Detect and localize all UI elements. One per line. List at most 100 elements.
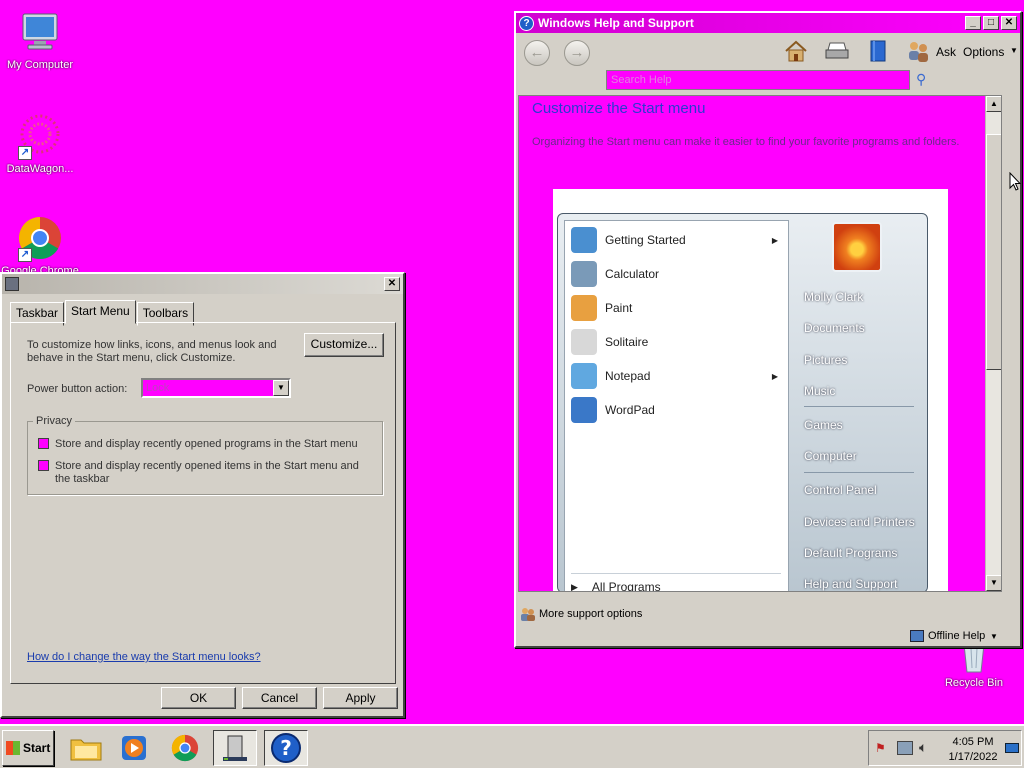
clock-date: 1/17/2022 (948, 751, 998, 763)
taskbar-chrome[interactable] (163, 730, 207, 766)
ok-button[interactable]: OK (161, 687, 236, 709)
privacy-legend: Privacy (33, 415, 76, 427)
program-notepad: Notepad (571, 361, 650, 391)
help-icon: ? (519, 15, 534, 31)
browse-help-icon[interactable] (868, 40, 888, 67)
scroll-up-arrow[interactable]: ▲ (986, 96, 1001, 112)
taskbar-properties-dialog: ✕ Taskbar Start Menu Toolbars To customi… (0, 272, 405, 718)
media-player-icon (122, 736, 146, 760)
power-button-select[interactable]: Lock ▼ (141, 378, 291, 398)
customize-description: To customize how links, icons, and menus… (27, 339, 277, 364)
program-solitaire: Solitaire (571, 327, 648, 357)
desktop-icon-label: Recycle Bin (944, 677, 1004, 689)
offline-help-chevron-down-icon[interactable]: ▼ (990, 632, 998, 641)
all-programs: ▶ All Programs (571, 580, 661, 592)
user-picture (832, 222, 882, 272)
print-icon[interactable] (824, 41, 850, 66)
computer-icon (16, 8, 64, 56)
search-icon[interactable]: ⚲ (916, 71, 926, 88)
chrome-icon: ↗ (16, 214, 64, 262)
more-support-options[interactable]: More support options (539, 608, 642, 620)
desktop-icon-google-chrome[interactable]: ↗ Google Chrome (0, 214, 80, 277)
desktop-icon-my-computer[interactable]: My Computer (0, 8, 80, 71)
program-paint: Paint (571, 293, 632, 323)
start-label: Start (23, 741, 51, 755)
chevron-right-icon: ▶ (771, 236, 778, 245)
maximize-button[interactable]: □ (983, 16, 999, 30)
getting-started-icon (571, 227, 597, 253)
search-help-placeholder: Search Help (611, 74, 672, 86)
program-calculator: Calculator (571, 259, 659, 289)
link-default-programs: Default Programs (804, 546, 898, 560)
tab-start-menu[interactable]: Start Menu (65, 300, 136, 324)
volume-icon[interactable]: 🔈︎ (919, 739, 927, 756)
link-computer: Computer (804, 449, 857, 463)
article-intro: Organizing the Start menu can make it ea… (532, 136, 960, 148)
notepad-icon (571, 363, 597, 389)
offline-help-label[interactable]: Offline Help (928, 630, 985, 642)
taskbar-help-and-support[interactable]: ? (264, 730, 308, 766)
chevron-right-icon: ▶ (571, 581, 578, 592)
power-button-value: Lock (146, 382, 170, 394)
help-content: Customize the Start menu Organizing the … (518, 95, 1002, 592)
offline-help-icon (910, 630, 924, 642)
link-games: Games (804, 418, 843, 432)
customize-button[interactable]: Customize... (304, 333, 384, 357)
options-label[interactable]: Options (963, 45, 1004, 59)
program-getting-started: Getting Started (571, 225, 686, 255)
recent-items-label: Store and display recently opened items … (55, 460, 359, 485)
separator (804, 406, 914, 407)
show-desktop-icon[interactable] (1005, 743, 1019, 753)
ask-icon[interactable] (906, 39, 930, 68)
start-menu-image: Getting Started ▶ Calculator Paint Solit… (557, 213, 928, 592)
forward-button[interactable]: → (564, 40, 590, 66)
apply-button[interactable]: Apply (323, 687, 398, 709)
paint-icon (571, 295, 597, 321)
link-music: Music (804, 384, 836, 398)
back-button[interactable]: ← (524, 40, 550, 66)
system-clock[interactable]: 4:05 PM 1/17/2022 (943, 735, 1003, 765)
chevron-down-icon[interactable]: ▼ (273, 380, 289, 396)
recent-programs-checkbox[interactable] (38, 438, 49, 449)
clock-time: 4:05 PM (952, 736, 994, 748)
options-chevron-down-icon[interactable]: ▼ (1010, 46, 1018, 55)
scroll-thumb[interactable] (986, 134, 1001, 370)
help-titlebar[interactable]: ? Windows Help and Support _ □ ✕ (516, 13, 1020, 33)
link-user: Molly Clark (804, 290, 864, 304)
shortcut-arrow-icon: ↗ (18, 146, 32, 160)
cancel-button[interactable]: Cancel (242, 687, 317, 709)
start-menu-illustration: Getting Started ▶ Calculator Paint Solit… (553, 189, 948, 592)
home-icon[interactable] (784, 40, 808, 67)
shortcut-arrow-icon: ↗ (18, 248, 32, 262)
taskbar-explorer[interactable] (64, 730, 108, 766)
network-icon[interactable] (897, 741, 913, 755)
solitaire-icon (571, 329, 597, 355)
search-help-input[interactable]: Search Help (606, 70, 910, 90)
minimize-button[interactable]: _ (965, 16, 981, 30)
desktop-icon-label: My Computer (6, 59, 74, 71)
dialog-close-button[interactable]: ✕ (384, 277, 400, 291)
all-programs-separator (571, 573, 781, 574)
taskbar-media-player[interactable] (112, 730, 156, 766)
link-help-and-support: Help and Support (804, 577, 898, 591)
svg-text:?: ? (280, 736, 292, 760)
more-support-icon[interactable] (520, 606, 536, 622)
start-button[interactable]: Start (2, 730, 54, 766)
help-window: ? Windows Help and Support _ □ ✕ ← → Ask… (514, 11, 1022, 648)
desktop-icon-label: DataWagon... (6, 163, 74, 175)
action-center-flag-icon[interactable]: ⚑ (875, 741, 889, 755)
scroll-down-arrow[interactable]: ▼ (986, 575, 1001, 591)
taskbar-taskbar-properties[interactable] (213, 730, 257, 766)
chrome-icon (171, 734, 199, 762)
ask-label[interactable]: Ask (936, 45, 956, 59)
link-documents: Documents (804, 321, 865, 335)
content-scrollbar[interactable]: ▲ ▼ (985, 96, 1001, 591)
close-button[interactable]: ✕ (1001, 16, 1017, 30)
article-heading: Customize the Start menu (532, 100, 706, 117)
help-link[interactable]: How do I change the way the Start menu l… (27, 651, 261, 663)
recent-items-checkbox[interactable] (38, 460, 49, 471)
dialog-titlebar[interactable]: ✕ (2, 274, 403, 294)
start-menu-tab-panel: To customize how links, icons, and menus… (10, 322, 396, 684)
desktop-icon-datawagon[interactable]: ↗ DataWagon... (0, 112, 80, 175)
taskbar: Start ? ⚑ 🔈︎ 4:05 PM 1/17/2022 (0, 724, 1024, 768)
